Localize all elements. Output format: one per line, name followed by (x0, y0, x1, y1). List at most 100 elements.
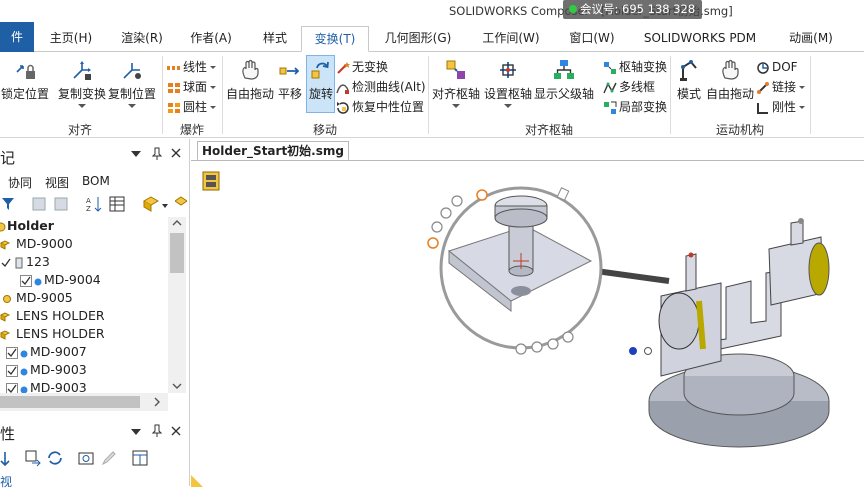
tab-pdm[interactable]: SOLIDWORKS PDM (643, 26, 757, 52)
local-transform-button[interactable]: 局部变换 (603, 98, 667, 116)
tree-item[interactable]: Holder (0, 217, 54, 235)
dof-button[interactable]: DOF (756, 58, 798, 76)
tab-window[interactable]: 窗口(W) (566, 26, 618, 52)
sort-az-icon[interactable]: AZ (85, 195, 103, 213)
pivot-transform-button[interactable]: 枢轴变换 (603, 58, 667, 76)
scroll-down-icon[interactable] (172, 383, 182, 389)
tab-workshops[interactable]: 工作间(W) (478, 26, 544, 52)
tree-item[interactable]: MD-9005 (0, 289, 73, 307)
scroll-right-icon[interactable] (154, 397, 160, 407)
expand-icon[interactable] (30, 195, 48, 213)
document-tab[interactable]: Holder_Start初始.smg (197, 141, 349, 161)
explode-spherical-button[interactable]: 球面 (167, 78, 217, 96)
tab-author[interactable]: 作者(A) (188, 26, 234, 52)
copy-transform-button[interactable]: 复制变换 (58, 58, 106, 108)
link-dropdown-icon[interactable] (799, 86, 806, 89)
menu-collaboration[interactable]: 协同 (8, 174, 32, 191)
hand-icon (242, 59, 259, 80)
ribbon-tabs: 件 主页(H) 渲染(R) 作者(A) 样式 变换(T) 几何图形(G) 工作间… (0, 22, 864, 52)
copy-position-button[interactable]: 复制位置 (108, 58, 156, 108)
menu-bom[interactable]: BOM (82, 174, 110, 188)
free-drag-button[interactable]: 自由拖动 (224, 58, 276, 102)
tab-geometry[interactable]: 几何图形(G) (383, 26, 453, 52)
pen-icon[interactable] (100, 449, 118, 467)
cylindrical-dropdown-icon[interactable] (210, 106, 217, 109)
tab-styles[interactable]: 样式 (256, 26, 294, 52)
close-icon[interactable] (171, 148, 181, 158)
explode-cylindrical-button[interactable]: 圆柱 (167, 98, 217, 116)
translate-label: 平移 (277, 87, 302, 101)
align-pivot-button[interactable]: 对齐枢轴 (430, 58, 482, 108)
tab-home[interactable]: 主页(H) (48, 26, 94, 52)
polyline-frame-button[interactable]: 多线框 (603, 78, 655, 96)
collapse-icon[interactable] (52, 195, 70, 213)
restore-neutral-button[interactable]: 恢复中性位置 (336, 98, 424, 116)
assembly-pane: 记 协同 视图 BOM AZ Holder MD-9000 123 MD-900… (0, 139, 190, 489)
resize-corner-icon (191, 475, 203, 487)
tree-item[interactable]: 123 (0, 253, 50, 271)
tree-vertical-scrollbar[interactable] (168, 217, 186, 393)
table-icon[interactable] (108, 195, 126, 213)
tree-item[interactable]: MD-9003 (6, 379, 87, 393)
group-separator (670, 56, 671, 134)
kinematics-mode-button[interactable]: 模式 (674, 58, 704, 102)
pin-icon[interactable] (152, 424, 162, 438)
refresh-icon[interactable] (46, 449, 64, 467)
checkbox-icon[interactable] (6, 346, 18, 359)
menu-view[interactable]: 视图 (45, 174, 69, 191)
scroll-thumb[interactable] (170, 233, 184, 273)
tree-item[interactable]: LENS HOLDER (0, 325, 105, 343)
hscroll-thumb[interactable] (0, 396, 140, 408)
copy-position-dropdown-icon[interactable] (128, 104, 136, 108)
tree-item[interactable]: MD-9003 (6, 361, 87, 379)
detect-curve-button[interactable]: 检测曲线(Alt) (336, 78, 426, 96)
link-label: 链接 (772, 80, 797, 94)
tree-item-label: MD-9003 (30, 380, 87, 393)
filter-tree-icon[interactable] (0, 195, 18, 213)
close-icon[interactable] (171, 426, 181, 436)
checkbox-icon[interactable] (6, 364, 18, 377)
toolbar-dropdown-icon[interactable] (162, 204, 168, 208)
set-pivot-button[interactable]: 设置枢轴 (482, 58, 534, 108)
tree-item[interactable]: MD-9004 (20, 271, 101, 289)
arrow-down-icon[interactable] (0, 451, 10, 467)
camera-icon[interactable] (77, 449, 95, 467)
checkbox-icon[interactable] (0, 257, 12, 269)
pane-menu-dropdown-icon[interactable] (131, 150, 141, 158)
translate-button[interactable]: 平移 (276, 58, 304, 102)
copy-transform-dropdown-icon[interactable] (78, 104, 86, 108)
tree-item[interactable]: MD-9000 (0, 235, 73, 253)
swap-icon[interactable] (24, 449, 42, 467)
linear-dropdown-icon[interactable] (210, 66, 217, 69)
tab-animation[interactable]: 动画(M) (785, 26, 837, 52)
rigid-button[interactable]: 刚性 (756, 98, 806, 116)
tree-horizontal-scrollbar[interactable] (0, 393, 168, 411)
grid-properties-icon[interactable] (131, 449, 149, 467)
tree-item[interactable]: LENS HOLDER (0, 307, 105, 325)
set-pivot-dropdown-icon[interactable] (504, 104, 512, 108)
polyline-frame-icon (603, 81, 617, 93)
explode-linear-button[interactable]: 线性 (167, 58, 217, 76)
checkbox-icon[interactable] (20, 274, 32, 287)
tree-item[interactable]: MD-9007 (6, 343, 87, 361)
tab-file[interactable]: 件 (0, 22, 34, 52)
link-button[interactable]: 链接 (756, 78, 806, 96)
lock-position-button[interactable]: 锁定位置 (0, 58, 50, 102)
no-transform-button[interactable]: 无变换 (336, 58, 388, 76)
checkbox-icon[interactable] (6, 382, 18, 394)
tab-transform[interactable]: 变换(T) (301, 26, 369, 52)
3d-viewport[interactable] (191, 160, 864, 487)
pin-icon[interactable] (152, 147, 162, 161)
rotate-button[interactable]: 旋转 (306, 58, 336, 102)
parent-pivot-icon (554, 60, 574, 79)
show-parent-pivot-button[interactable]: 显示父级轴 (534, 58, 594, 102)
scroll-up-icon[interactable] (172, 220, 182, 226)
part-icon[interactable] (175, 195, 187, 213)
rigid-dropdown-icon[interactable] (799, 106, 806, 109)
select-part-icon[interactable] (142, 195, 160, 213)
align-pivot-dropdown-icon[interactable] (452, 104, 460, 108)
tab-render[interactable]: 渲染(R) (119, 26, 165, 52)
kinematics-free-drag-button[interactable]: 自由拖动 (704, 58, 756, 102)
spherical-dropdown-icon[interactable] (210, 86, 217, 89)
pane-menu-dropdown-icon[interactable] (131, 428, 141, 436)
